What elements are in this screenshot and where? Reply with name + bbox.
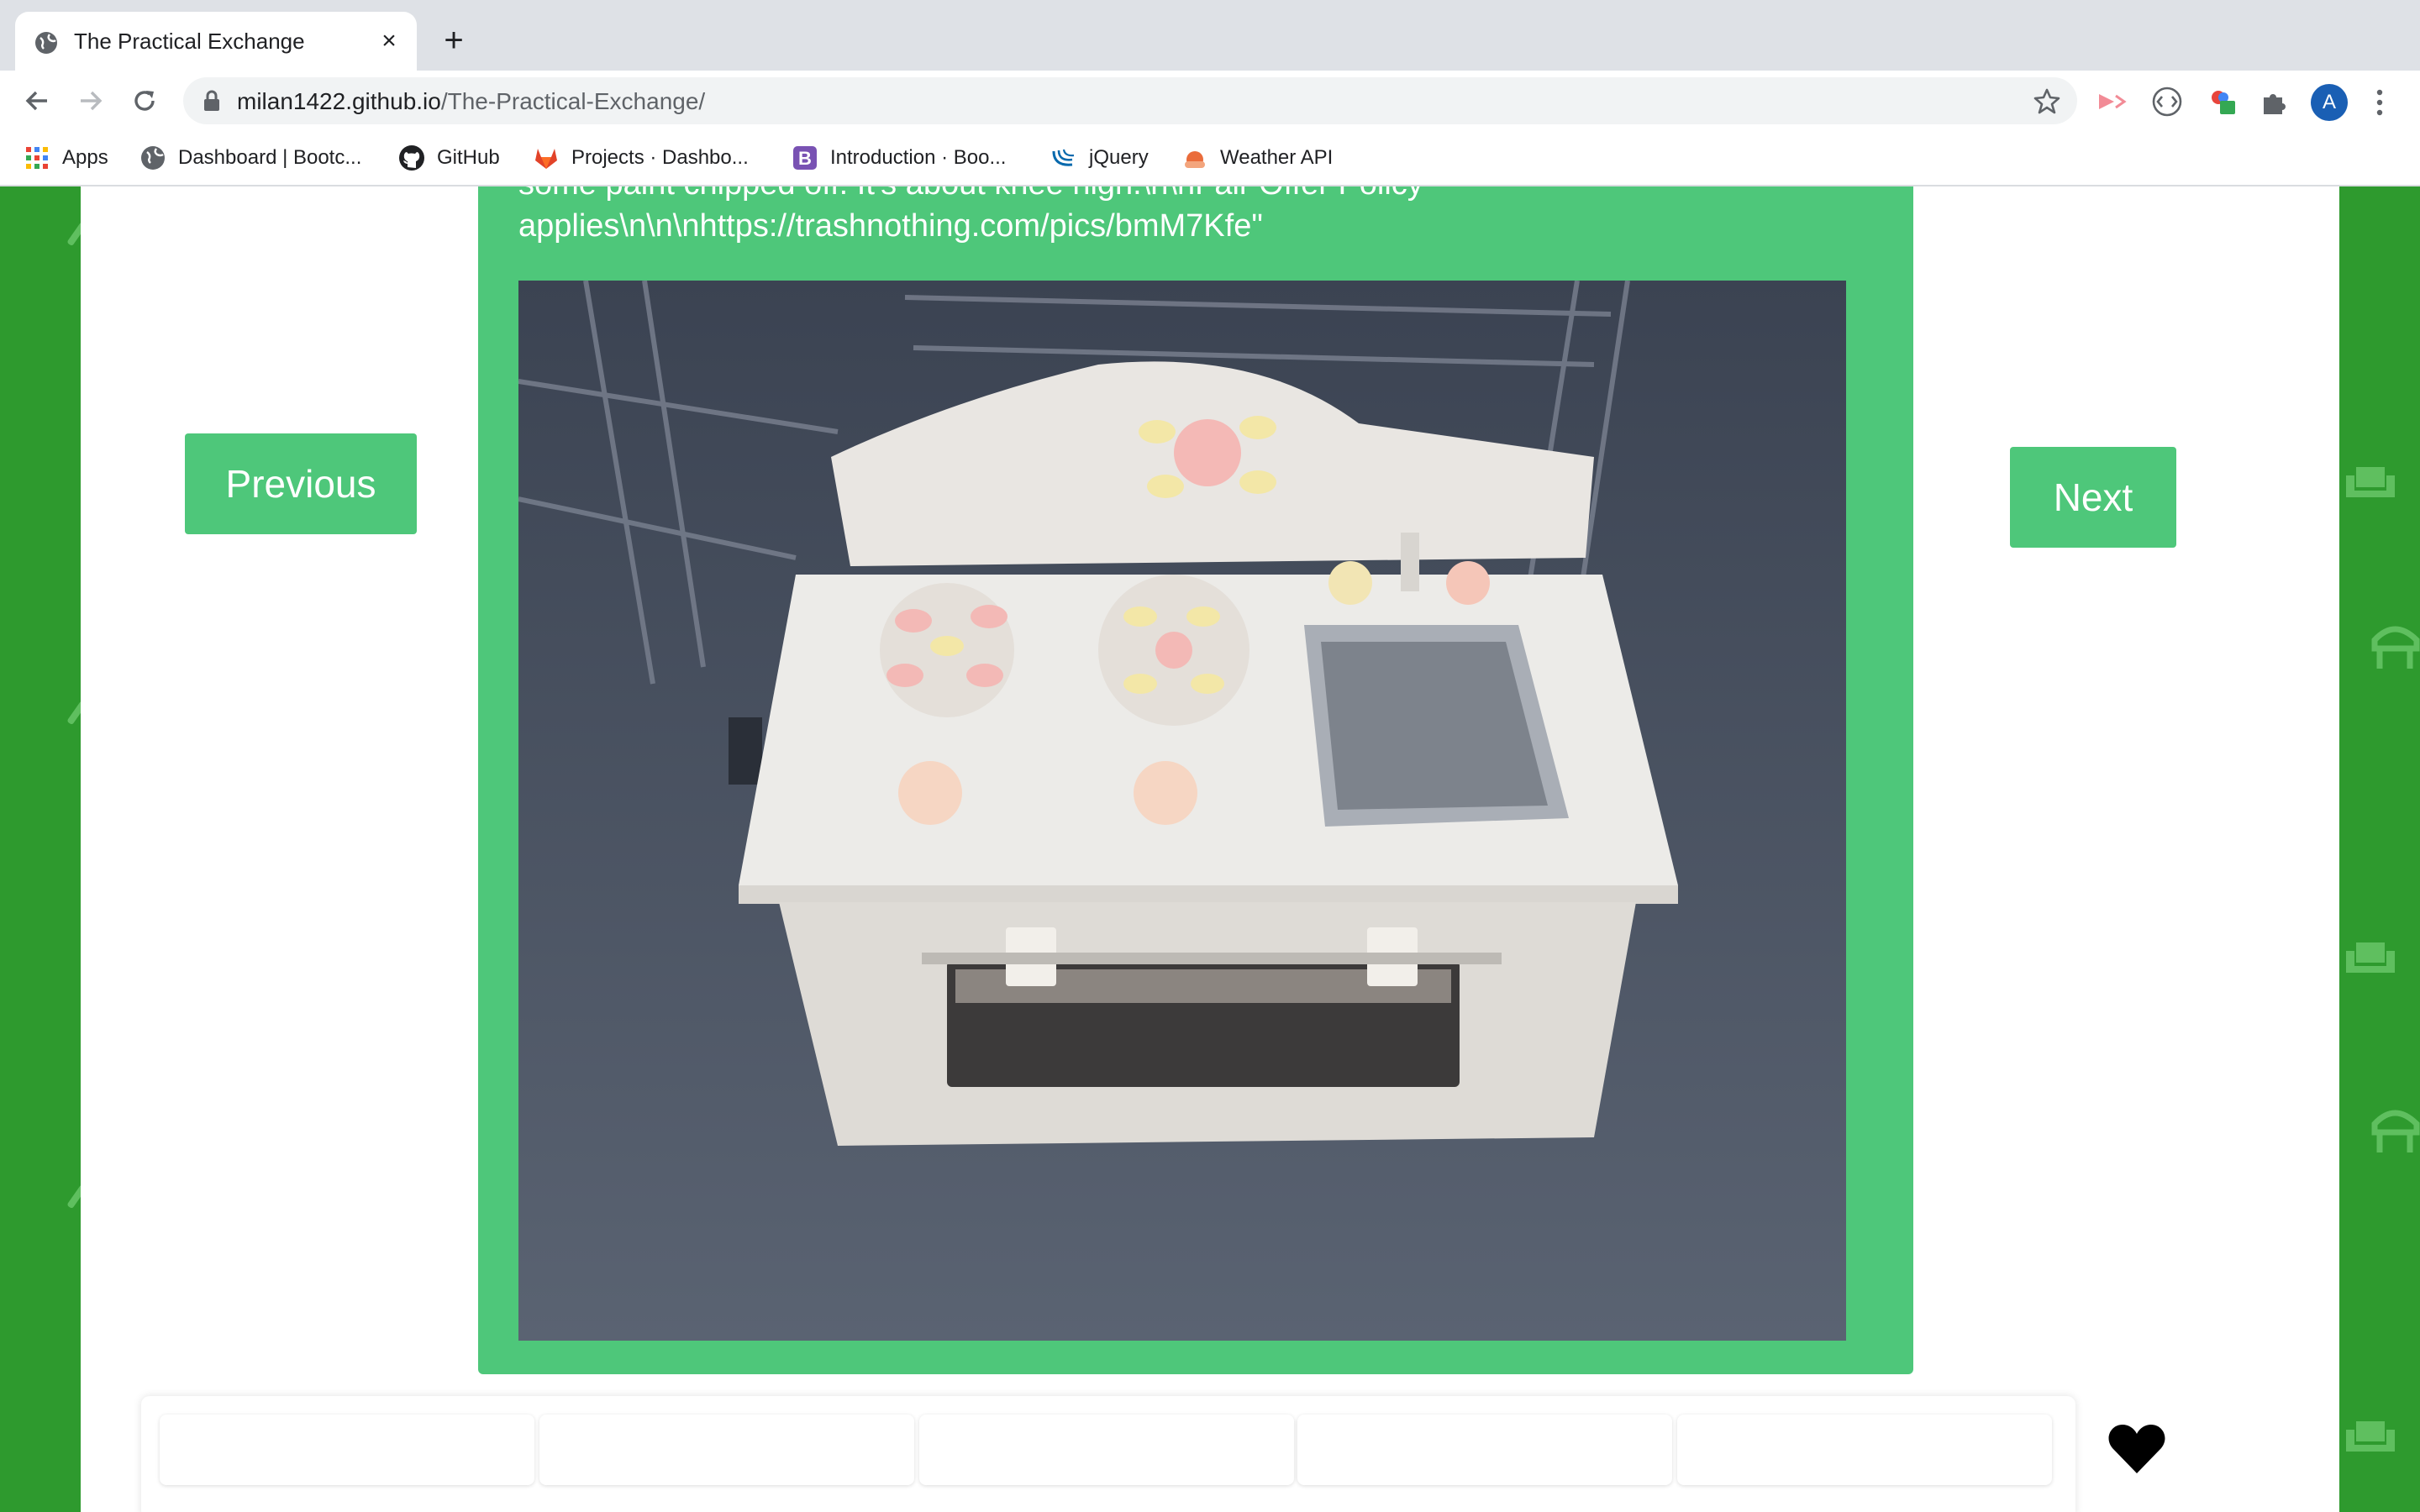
browser-tab[interactable]: The Practical Exchange × — [15, 12, 417, 71]
weather-icon — [1185, 151, 1205, 168]
thumbnail-slot[interactable] — [1677, 1415, 2052, 1485]
bookmark-label: Introduction · Boo... — [830, 146, 1007, 169]
bookmark-dashboard[interactable]: Dashboard | Bootc... — [139, 143, 361, 173]
thumbnail-slot[interactable] — [539, 1415, 914, 1485]
listing-card: some paint chipped off. It's about knee … — [478, 186, 1913, 1374]
bookmark-label: Dashboard | Bootc... — [178, 146, 362, 169]
bookmark-github[interactable]: GitHub — [398, 143, 500, 173]
description-line: applies\n\n\nhttps://trashnothing.com/pi… — [518, 208, 1263, 244]
toy-kitchen-photo — [518, 281, 1846, 1341]
globe-icon — [141, 146, 165, 170]
back-arrow-icon[interactable] — [22, 86, 52, 116]
profile-avatar[interactable]: A — [2311, 84, 2348, 121]
bookmark-label: Weather API — [1220, 146, 1334, 169]
extensions-puzzle-icon[interactable] — [2259, 86, 2291, 118]
previous-button[interactable]: Previous — [185, 433, 417, 534]
new-tab-icon[interactable]: + — [437, 24, 471, 57]
next-button[interactable]: Next — [2010, 447, 2176, 548]
bookmarks-bar: Apps Dashboard | Bootc... GitHub Project… — [0, 131, 2420, 186]
code-extension-icon[interactable] — [2151, 86, 2183, 118]
bookmark-label: Apps — [62, 146, 108, 169]
bootstrap-icon: B — [793, 146, 817, 170]
bookmark-jquery[interactable]: jQuery — [1050, 143, 1149, 173]
apps-grid-icon — [26, 147, 48, 169]
color-extension-icon[interactable] — [2207, 86, 2238, 118]
bookmark-apps[interactable]: Apps — [24, 143, 108, 173]
github-icon — [399, 145, 424, 171]
bookmark-star-icon[interactable] — [2033, 87, 2060, 114]
bookmark-label: jQuery — [1089, 146, 1149, 169]
sofa-pattern-icon — [2346, 942, 2395, 973]
toy-kitchen-illustration — [518, 281, 1846, 1341]
close-tab-icon[interactable]: × — [376, 29, 402, 54]
forward-arrow-icon[interactable] — [76, 86, 106, 116]
chair-pattern-icon — [2371, 626, 2420, 669]
listing-description: some paint chipped off. It's about knee … — [518, 186, 1863, 247]
chair-pattern-icon — [2371, 1110, 2420, 1152]
thumbnail-slot[interactable] — [919, 1415, 1294, 1485]
sofa-pattern-icon — [2346, 467, 2395, 497]
svg-text:B: B — [798, 148, 812, 169]
gitlab-icon — [535, 149, 557, 169]
reload-icon[interactable] — [129, 86, 160, 116]
more-menu-icon[interactable] — [2371, 86, 2388, 119]
browser-toolbar: milan1422.github.io/The-Practical-Exchan… — [0, 71, 2420, 131]
lock-icon — [204, 90, 219, 111]
url-path: /The-Practical-Exchange/ — [440, 88, 706, 114]
bookmark-gitlab[interactable]: Projects · Dashbo... — [533, 143, 749, 173]
page-container: Previous Next some paint chipped off. It… — [81, 186, 2339, 1512]
url-text: milan1422.github.io/The-Practical-Exchan… — [237, 88, 705, 115]
jquery-icon — [1052, 149, 1075, 166]
bookmark-label: Projects · Dashbo... — [571, 146, 749, 169]
tab-title: The Practical Exchange — [74, 29, 305, 54]
heart-icon[interactable] — [2107, 1423, 2166, 1475]
bookmark-bootstrap[interactable]: B Introduction · Boo... — [792, 143, 1006, 173]
globe-icon — [35, 32, 57, 54]
address-bar[interactable]: milan1422.github.io/The-Practical-Exchan… — [183, 77, 2077, 124]
sofa-pattern-icon — [2346, 1421, 2395, 1452]
bookmark-label: GitHub — [437, 146, 500, 169]
browser-tab-strip: The Practical Exchange × + — [0, 0, 2420, 71]
cast-extension-icon[interactable] — [2096, 86, 2128, 118]
thumbnail-bar — [141, 1396, 2075, 1512]
page-viewport: Previous Next some paint chipped off. It… — [0, 186, 2420, 1512]
bookmark-weather-api[interactable]: Weather API — [1181, 143, 1333, 173]
url-host: milan1422.github.io — [237, 88, 441, 114]
description-line: some paint chipped off. It's about knee … — [518, 186, 1863, 205]
thumbnail-slot[interactable] — [1297, 1415, 1672, 1485]
thumbnail-slot[interactable] — [160, 1415, 534, 1485]
